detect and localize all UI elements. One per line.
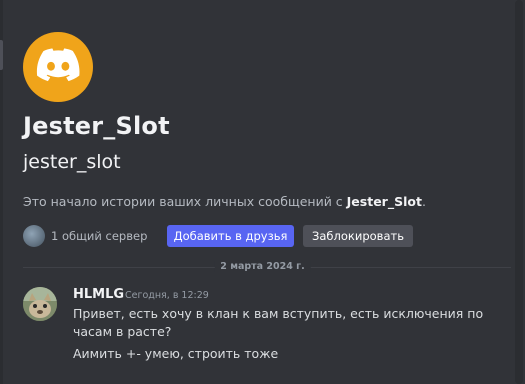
add-friend-button[interactable]: Добавить в друзья [167,225,294,247]
discord-logo-icon [36,48,80,86]
avatar[interactable] [23,287,57,321]
avatar-image [23,287,57,321]
mutual-servers-label: 1 общий сервер [51,229,148,243]
profile-avatar[interactable] [23,32,93,102]
profile-display-name: Jester_Slot [23,112,170,140]
dm-history-note: Это начало истории ваших личных сообщени… [23,194,426,209]
date-divider-label: 2 марта 2024 г. [214,261,311,272]
server-icon [23,225,45,247]
history-note-suffix: . [421,194,426,209]
message-author[interactable]: HLMLG [73,287,124,302]
history-note-prefix: Это начало истории ваших личных сообщени… [23,194,347,209]
block-button[interactable]: Заблокировать [303,225,413,247]
message-text: Аимить +- умею, строить тоже [73,346,279,361]
scroll-indicator [0,40,3,70]
mutual-servers[interactable]: 1 общий сервер [23,225,172,247]
message-text: Привет, есть хочу в клан к вам вступить,… [73,306,484,339]
history-note-name: Jester_Slot [346,194,422,209]
scrollbar-track[interactable] [515,0,523,384]
message-timestamp: Сегодня, в 12:29 [125,290,209,301]
profile-username: jester_slot [23,151,121,173]
